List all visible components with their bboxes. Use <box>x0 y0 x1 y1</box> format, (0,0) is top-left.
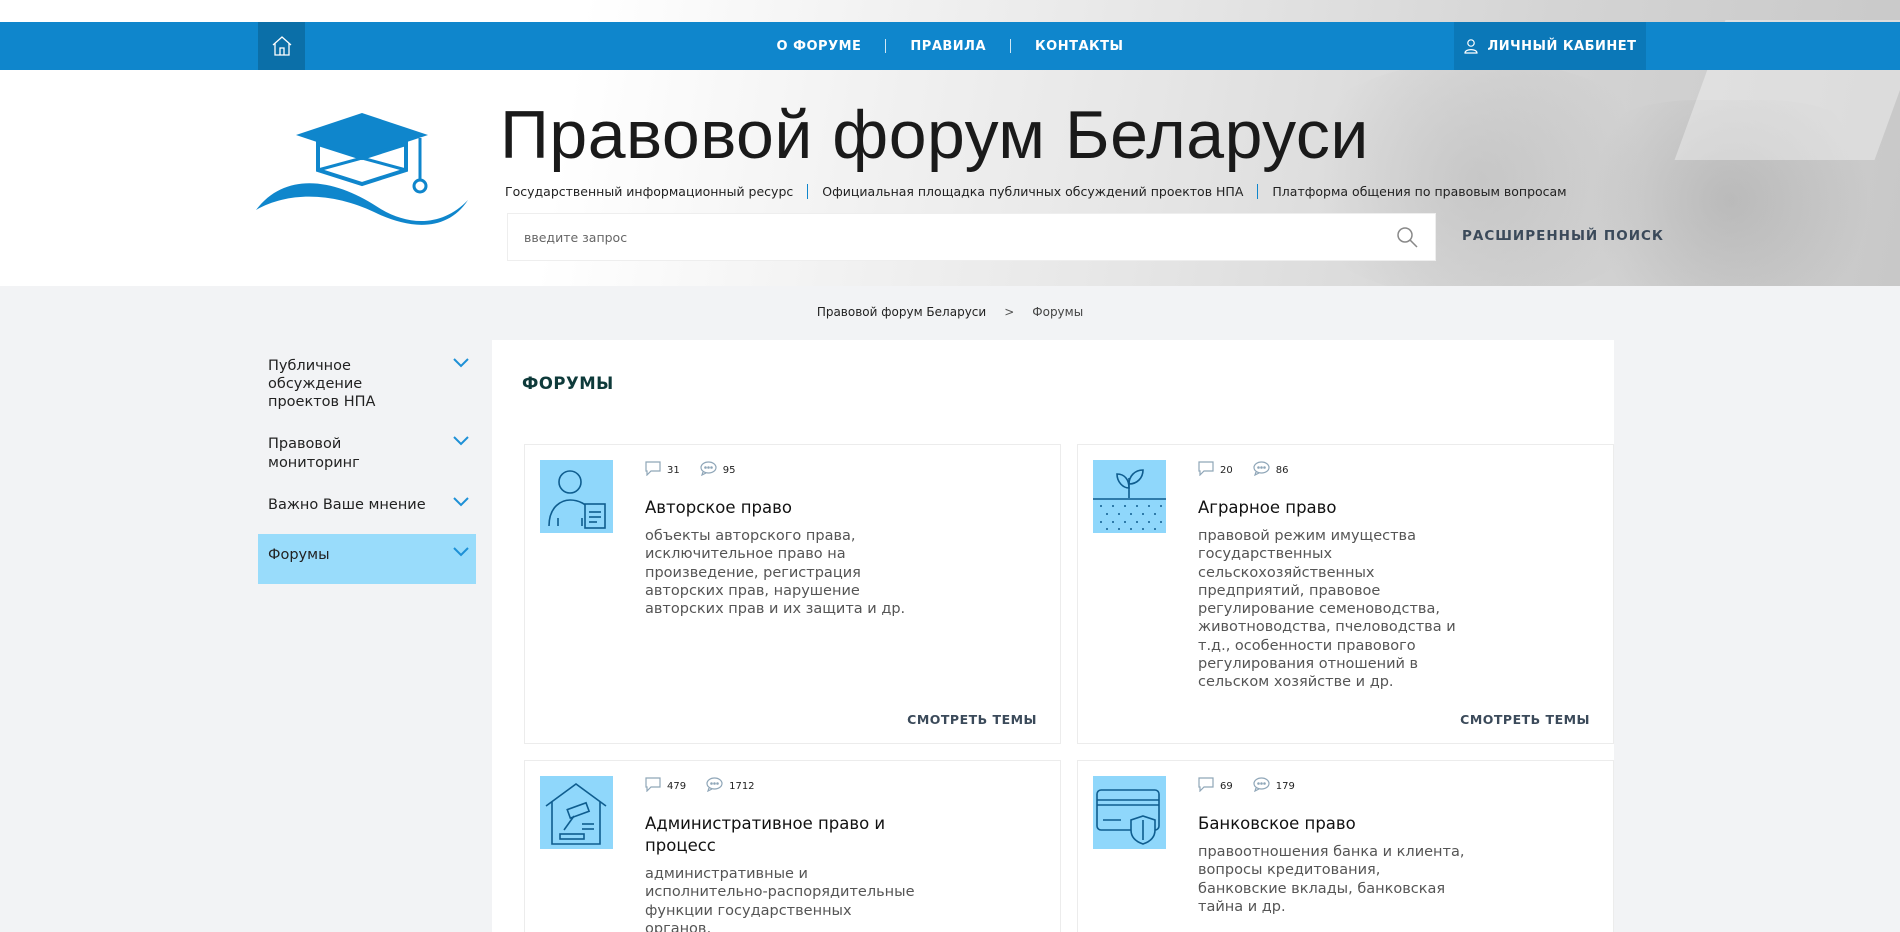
forum-card-administrative: 479 1712 Административное право и процес… <box>524 760 1061 932</box>
view-topics-button[interactable]: СМОТРЕТЬ ТЕМЫ <box>1460 712 1590 727</box>
view-topics-button[interactable]: СМОТРЕТЬ ТЕМЫ <box>907 712 1037 727</box>
courthouse-gavel-icon <box>545 783 607 845</box>
forum-description: правоотношения банка и клиента, вопросы … <box>1198 844 1465 915</box>
comments-icon <box>1253 461 1270 476</box>
forum-title[interactable]: Аграрное право <box>1198 497 1458 519</box>
author-document-icon <box>548 470 606 529</box>
forum-description: объекты авторского права, исключительное… <box>645 528 906 618</box>
posts-count: 1712 <box>729 781 755 792</box>
nav-contacts-link[interactable]: КОНТАКТЫ <box>1011 39 1147 54</box>
breadcrumb-separator: > <box>1004 305 1015 319</box>
bank-card-shield-icon <box>1096 789 1160 845</box>
subtitle-divider <box>1257 184 1259 199</box>
forum-title[interactable]: Банковское право <box>1198 813 1458 835</box>
forum-card-banking: 69 179 Банковское право правоотношения б… <box>1077 760 1614 932</box>
subtitle-divider <box>807 184 809 199</box>
sidebar-item-label: Форумы <box>268 546 330 563</box>
forum-description: административные и исполнительно-распоря… <box>645 866 915 932</box>
nav-rules-link[interactable]: ПРАВИЛА <box>886 39 1010 54</box>
forum-title[interactable]: Административное право и процесс <box>645 813 905 858</box>
sidebar-item-your-opinion[interactable]: Важно Ваше мнение <box>258 484 476 534</box>
topics-count: 31 <box>667 465 680 476</box>
personal-cabinet-button[interactable]: ЛИЧНЫЙ КАБИНЕТ <box>1454 22 1646 70</box>
nav-about-link[interactable]: О ФОРУМЕ <box>753 39 886 54</box>
sidebar-item-label: Важно Ваше мнение <box>268 496 426 513</box>
forum-stats: 479 1712 <box>645 777 755 792</box>
topics-count: 69 <box>1220 781 1233 792</box>
posts-count: 179 <box>1275 781 1295 792</box>
forum-card-agrarian: 20 86 Аграрное право правовой режим имущ… <box>1077 444 1614 744</box>
topics-count: 20 <box>1220 465 1233 476</box>
site-logo[interactable] <box>256 108 470 236</box>
search-input[interactable] <box>524 229 1395 245</box>
sidebar-item-legal-monitoring[interactable]: Правовой мониторинг <box>258 423 476 483</box>
comments-icon <box>706 777 723 792</box>
user-icon <box>1464 39 1479 54</box>
comments-icon <box>1253 777 1270 792</box>
topics-icon <box>645 777 661 792</box>
chevron-down-icon[interactable] <box>452 496 470 508</box>
sidebar-item-forums[interactable]: Форумы <box>258 533 476 584</box>
forum-stats: 69 179 <box>1198 777 1295 792</box>
chevron-down-icon[interactable] <box>452 435 470 447</box>
subtitle-item: Государственный информационный ресурс <box>505 184 794 199</box>
chevron-down-icon[interactable] <box>452 357 470 369</box>
site-title: Правовой форум Беларуси <box>500 97 1369 173</box>
topics-icon <box>1198 461 1214 476</box>
forum-card-copyright: 31 95 Авторское право объекты авторского… <box>524 444 1061 744</box>
cabinet-label: ЛИЧНЫЙ КАБИНЕТ <box>1487 38 1637 54</box>
sidebar-item-label: Правовой мониторинг <box>268 436 360 471</box>
topics-icon <box>1198 777 1214 792</box>
main-content: ФОРУМЫ 31 95 Авторское право объекты авт… <box>492 340 1614 932</box>
breadcrumb-current: Форумы <box>1032 305 1084 319</box>
breadcrumb-home-link[interactable]: Правовой форум Беларуси <box>817 305 986 319</box>
search-icon[interactable] <box>1395 225 1419 249</box>
sidebar-item-public-discussion[interactable]: Публичное обсуждение проектов НПА <box>258 345 476 423</box>
posts-count: 95 <box>722 465 736 476</box>
topics-icon <box>645 461 661 476</box>
forum-icon-box <box>1093 460 1166 533</box>
forum-stats: 31 95 <box>645 461 735 476</box>
topics-count: 479 <box>667 781 687 792</box>
subtitle-item: Платформа общения по правовым вопросам <box>1272 184 1567 199</box>
sidebar: Публичное обсуждение проектов НПА Правов… <box>258 345 476 584</box>
comments-icon <box>700 461 717 476</box>
subtitle-item: Официальная площадка публичных обсуждени… <box>822 184 1244 199</box>
chevron-down-icon[interactable] <box>452 546 470 558</box>
breadcrumb: Правовой форум Беларуси > Форумы <box>0 305 1900 319</box>
forum-icon-box <box>540 776 613 849</box>
search-bar <box>507 213 1436 261</box>
forum-description: правовой режим имущества государственных… <box>1198 528 1456 691</box>
advanced-search-link[interactable]: РАСШИРЕННЫЙ ПОИСК <box>1462 228 1664 244</box>
forum-icon-box <box>1093 776 1166 849</box>
sidebar-item-label: Публичное обсуждение проектов НПА <box>268 358 376 411</box>
page-title: ФОРУМЫ <box>522 374 614 393</box>
posts-count: 86 <box>1275 465 1289 476</box>
forum-title[interactable]: Авторское право <box>645 497 905 519</box>
plant-sprout-icon <box>1093 469 1166 530</box>
forum-stats: 20 86 <box>1198 461 1288 476</box>
site-subtitles: Государственный информационный ресурс Оф… <box>505 184 1567 199</box>
forum-icon-box <box>540 460 613 533</box>
